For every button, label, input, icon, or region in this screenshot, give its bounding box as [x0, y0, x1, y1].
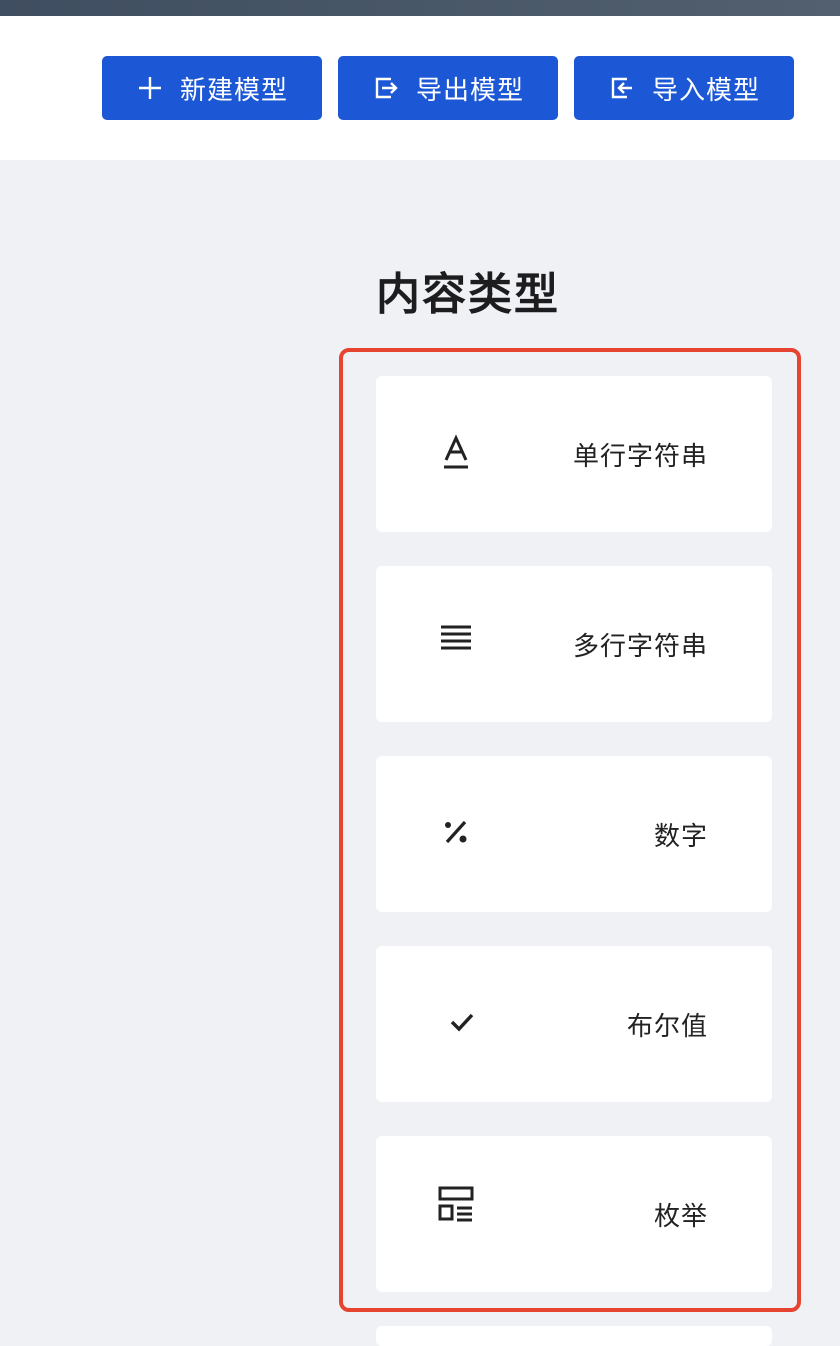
enum-list-icon: [436, 1184, 476, 1224]
multiline-text-icon: [436, 618, 476, 658]
export-icon: [372, 74, 400, 102]
content-types-title: 内容类型: [376, 269, 560, 320]
top-header-strip: [0, 0, 840, 16]
export-model-button[interactable]: 导出模型: [338, 56, 558, 120]
percent-icon: [436, 812, 476, 852]
import-model-label: 导入模型: [651, 75, 760, 106]
content-type-label: 单行字符串: [572, 441, 708, 472]
content-type-card-multi-line-string[interactable]: 多行字符串: [376, 566, 772, 722]
content-type-label: 数字: [653, 821, 708, 852]
checkmark-icon: [442, 1002, 482, 1042]
model-toolbar: 新建模型 导出模型 导入模型: [0, 16, 840, 160]
export-model-label: 导出模型: [415, 75, 524, 106]
content-type-card-enum[interactable]: 枚举: [376, 1136, 772, 1292]
content-type-card-number[interactable]: 数字: [376, 756, 772, 912]
content-type-label: 多行字符串: [572, 631, 708, 662]
content-type-card-partial[interactable]: [376, 1326, 772, 1346]
content-type-label: 布尔值: [626, 1011, 708, 1042]
import-icon: [608, 74, 636, 102]
content-type-card-boolean[interactable]: 布尔值: [376, 946, 772, 1102]
text-a-underline-icon: [436, 432, 476, 472]
plus-icon: [136, 74, 164, 102]
import-model-button[interactable]: 导入模型: [574, 56, 794, 120]
new-model-label: 新建模型: [179, 75, 288, 106]
content-type-label: 枚举: [653, 1201, 708, 1232]
new-model-button[interactable]: 新建模型: [102, 56, 322, 120]
content-type-card-single-line-string[interactable]: 单行字符串: [376, 376, 772, 532]
